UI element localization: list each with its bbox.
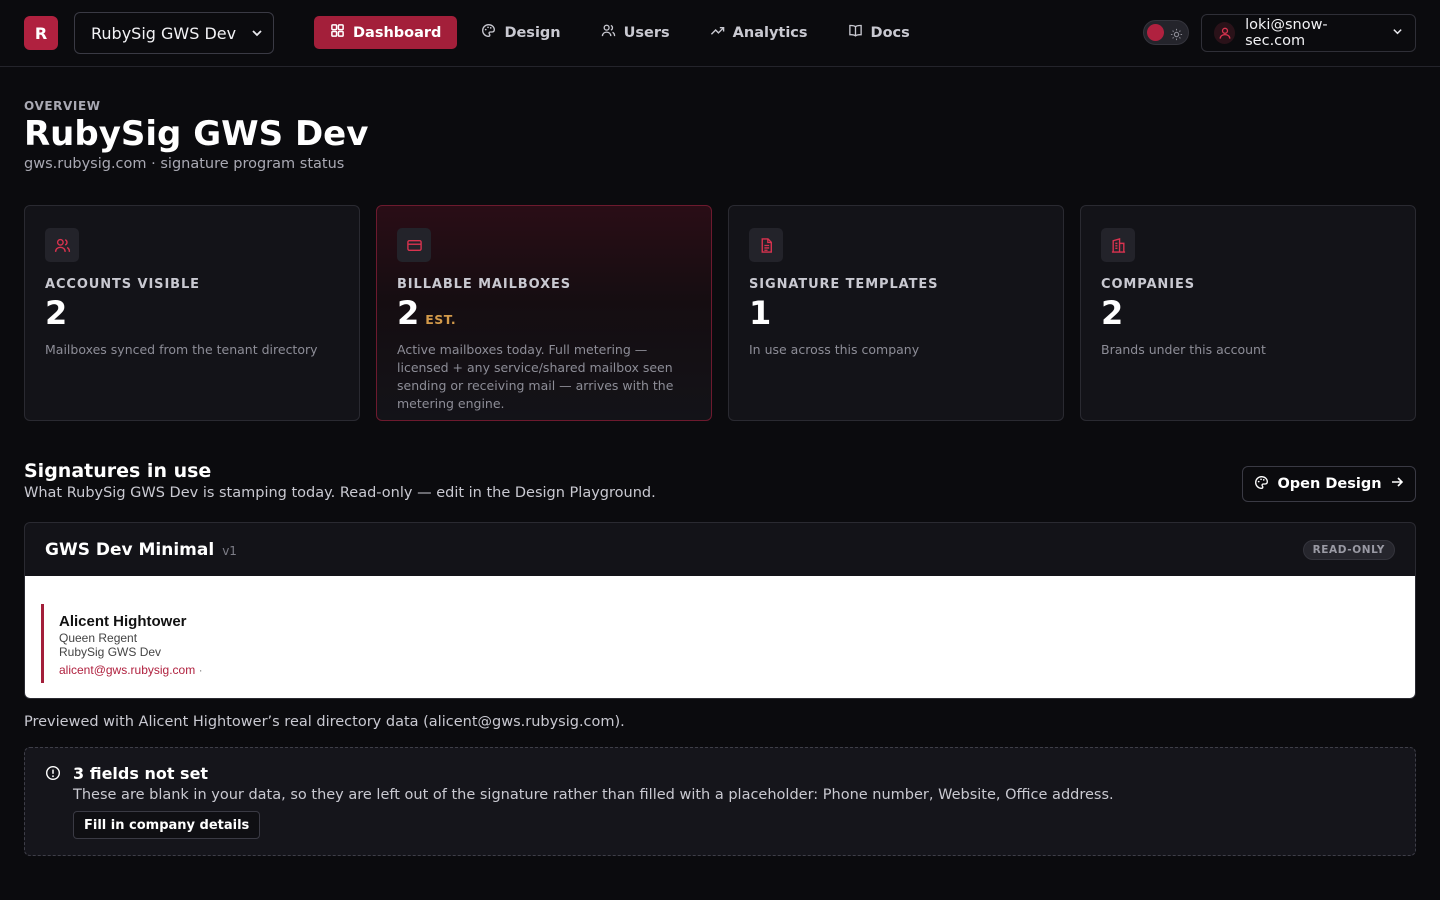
nav-users-label: Users [623,24,670,41]
nav-users[interactable]: Users [585,16,686,49]
stat-label: SIGNATURE TEMPLATES [749,277,939,292]
stat-card-billable: BILLABLE MAILBOXES 2 EST. Active mailboxe… [376,205,712,421]
template-name: GWS Dev Minimal [45,539,215,560]
estimate-suffix: EST. [425,312,457,327]
user-email: loki@snow-sec.com [1245,17,1328,49]
signature-template-card: GWS Dev Minimal v1 READ-ONLY Alicent Hig… [24,522,1416,699]
toggle-knob [1147,24,1164,41]
nav-dashboard-label: Dashboard [353,24,442,41]
stat-card-accounts: ACCOUNTS VISIBLE 2 Mailboxes synced from… [24,205,360,421]
signature-block: Alicent Hightower Queen Regent RubySig G… [41,604,203,683]
stat-value: 2 EST. [397,294,691,332]
app-logo[interactable]: R [24,16,58,50]
page-eyebrow: OVERVIEW [24,99,101,113]
users-icon [45,228,79,262]
fill-company-details-button[interactable]: Fill in company details [73,811,261,839]
users-icon [601,23,616,42]
stat-description: Active mailboxes today. Full metering — … [397,341,674,411]
signatures-subtitle: What RubySig GWS Dev is stamping today. … [24,485,656,501]
stat-number: 2 [45,294,68,332]
trend-icon [710,23,725,42]
stat-card-templates: SIGNATURE TEMPLATES 1 In use across this… [728,205,1064,421]
stat-value: 1 [749,294,1043,332]
nav-docs-label: Docs [870,24,910,41]
signatures-title: Signatures in use [24,460,212,482]
signature-email-line: alicent@gws.rubysig.com · [59,663,203,677]
nav-analytics[interactable]: Analytics [694,16,824,49]
read-only-badge: READ-ONLY [1302,539,1395,560]
alert-text: These are blank in your data, so they ar… [73,787,1114,803]
logo-letter: R [34,23,48,43]
arrow-right-icon [1390,475,1404,493]
signature-template-header: GWS Dev Minimal v1 READ-ONLY [25,523,1415,576]
book-icon [848,23,863,42]
signature-separator: · [198,663,203,677]
main-nav: Dashboard Design Users Analytics Docs [314,16,926,49]
stat-description: Brands under this account [1101,341,1266,357]
open-design-label: Open Design [1277,476,1382,492]
signature-preview: Alicent Hightower Queen Regent RubySig G… [25,576,1415,698]
open-design-button[interactable]: Open Design [1242,466,1416,502]
nav-dashboard[interactable]: Dashboard [314,16,458,49]
theme-toggle[interactable] [1143,20,1189,45]
document-icon [749,228,783,262]
signature-email[interactable]: alicent@gws.rubysig.com [59,663,195,677]
page-subtitle: gws.rubysig.com · signature program stat… [24,156,345,172]
stat-value: 2 [1101,294,1395,332]
workspace-select[interactable]: RubySig GWS Dev [74,12,274,54]
info-circle-icon [45,765,61,781]
template-version: v1 [222,544,237,558]
dashboard-icon [330,23,345,42]
chevron-down-icon [1392,25,1403,41]
top-bar: R RubySig GWS Dev Dashboard Design Users [0,0,1440,67]
stat-label: BILLABLE MAILBOXES [397,277,572,292]
user-icon [1214,22,1236,44]
preview-note: Previewed with Alicent Hightower’s real … [24,714,625,730]
stat-description: In use across this company [749,341,920,357]
building-icon [1101,228,1135,262]
sun-icon [1170,26,1183,41]
nav-docs[interactable]: Docs [832,16,926,49]
signature-company: RubySig GWS Dev [59,645,162,659]
stat-number: 1 [749,294,772,332]
chevron-down-icon [251,24,263,43]
stat-card-companies: COMPANIES 2 Brands under this account [1080,205,1416,421]
stat-value: 2 [45,294,339,332]
alert-title: 3 fields not set [73,764,209,783]
nav-design-label: Design [504,24,561,41]
workspace-select-value: RubySig GWS Dev [91,23,237,43]
page-title: RubySig GWS Dev [24,114,369,154]
stat-number: 2 [1101,294,1124,332]
palette-icon [481,23,496,42]
missing-fields-alert: 3 fields not set These are blank in your… [24,747,1416,856]
nav-analytics-label: Analytics [732,24,808,41]
stat-number: 2 [397,294,420,332]
nav-design[interactable]: Design [465,16,576,49]
credit-card-icon [397,228,431,262]
stat-label: ACCOUNTS VISIBLE [45,277,200,292]
user-menu[interactable]: loki@snow-sec.com [1201,14,1416,52]
palette-icon [1254,475,1269,494]
signature-person-name: Alicent Hightower [59,613,187,630]
stat-label: COMPANIES [1101,277,1195,292]
signature-role: Queen Regent [59,631,138,645]
stat-description: Mailboxes synced from the tenant directo… [45,341,318,357]
